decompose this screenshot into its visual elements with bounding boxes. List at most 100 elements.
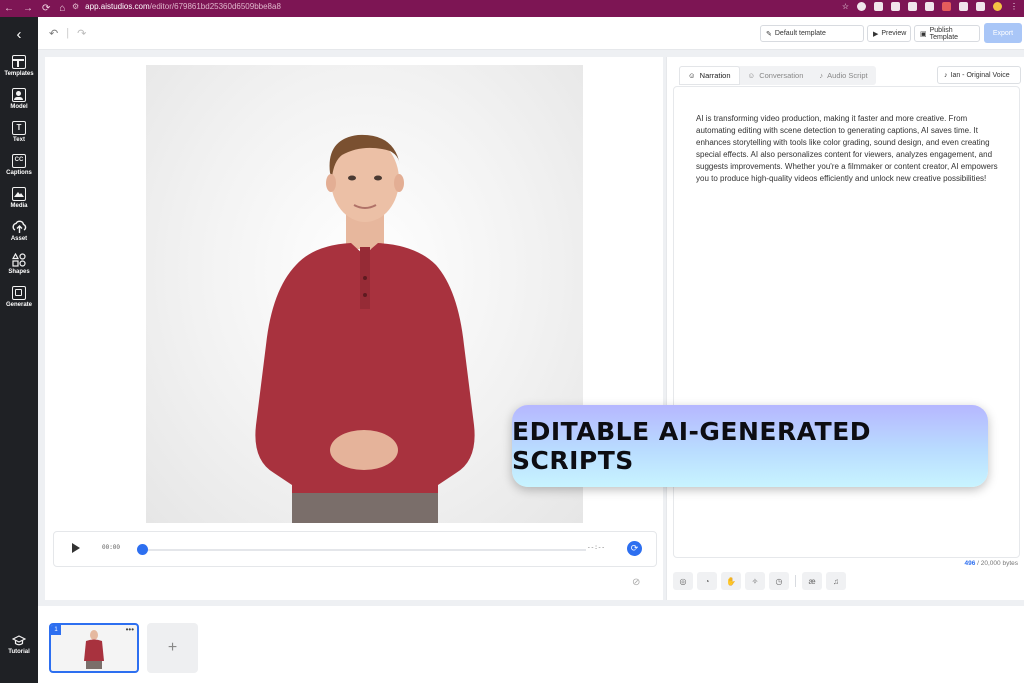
extension-icon[interactable] [925, 1, 934, 11]
sidebar-item-label: Captions [6, 170, 32, 176]
publish-template-button[interactable]: ▣ Publish Template [914, 25, 980, 42]
extension-icon[interactable] [959, 1, 968, 11]
sidebar-item-generate[interactable]: Generate [0, 286, 38, 318]
tab-label: Audio Script [827, 71, 868, 80]
export-button[interactable]: Export [984, 23, 1022, 43]
sidebar-item-media[interactable]: Media [0, 187, 38, 219]
shapes-icon [12, 253, 26, 267]
sidebar-item-asset[interactable]: Asset [0, 220, 38, 252]
generate-icon [12, 286, 26, 300]
tab-narration[interactable]: ☺ Narration [679, 66, 740, 85]
timeline-track[interactable] [146, 549, 586, 551]
media-icon [12, 187, 26, 201]
browser-back-icon[interactable]: ← [4, 3, 14, 14]
publish-icon: ▣ [920, 30, 927, 38]
captions-icon: CC [12, 154, 26, 168]
play-icon: ▶ [873, 30, 879, 38]
pencil-icon: ✎ [766, 30, 772, 38]
back-arrow-icon[interactable]: ‹ [8, 25, 30, 45]
bookmark-star-icon[interactable]: ☆ [842, 2, 849, 11]
sidebar-item-text[interactable]: T Text [0, 121, 38, 153]
url-path: /editor/679861bd25360d6509bbe8a8 [149, 1, 281, 11]
script-text[interactable]: AI is transforming video production, mak… [696, 113, 1006, 185]
microphone-icon: ♪ [944, 71, 948, 79]
redo-icon[interactable]: ↷ [77, 27, 86, 40]
sidebar-item-tutorial[interactable]: Tutorial [0, 635, 38, 655]
ai-assist-icon[interactable]: ◎ [673, 572, 693, 590]
text-icon: T [12, 121, 26, 135]
more-options-icon[interactable]: ••• [126, 625, 134, 634]
gesture-icon[interactable]: ✋ [721, 572, 741, 590]
bytes-used: 496 [964, 560, 976, 567]
upload-icon [12, 220, 26, 233]
site-info-icon[interactable]: ⚙ [72, 2, 79, 11]
bytes-limit: / 20,000 bytes [977, 560, 1018, 567]
template-name-label: Default template [774, 30, 826, 37]
banner-text: EDITABLE AI-GENERATED SCRIPTS [512, 417, 872, 475]
extension-icon[interactable] [891, 1, 900, 11]
extension-icon[interactable] [908, 1, 917, 11]
microphone-icon: ♪ [819, 71, 824, 80]
browser-home-icon[interactable]: ⌂ [59, 3, 65, 14]
profile-avatar-icon[interactable] [993, 1, 1002, 11]
pause-timer-icon[interactable]: ◷ [769, 572, 789, 590]
scene-thumbnail[interactable]: 1 ••• [49, 623, 139, 673]
extension-icon[interactable] [976, 1, 985, 11]
add-scene-button[interactable]: + [147, 623, 198, 673]
graduation-cap-icon [12, 635, 26, 646]
timeline-scrubber[interactable] [137, 544, 148, 555]
current-time: 00:00 [102, 544, 121, 551]
volume-icon[interactable]: ♫ [826, 572, 846, 590]
left-sidebar: ‹ Templates Model T Text CC Captions Med… [0, 17, 38, 683]
script-tabs: ☺ Narration ☺ Conversation ♪ Audio Scrip… [679, 66, 876, 85]
canvas-panel: 00:00 --:-- ⟳ ⊘ [45, 57, 663, 600]
sidebar-item-captions[interactable]: CC Captions [0, 154, 38, 186]
browser-forward-icon[interactable]: → [23, 3, 33, 14]
speed-icon[interactable]: ◔ [697, 572, 717, 590]
address-bar[interactable]: ⚙ app.aistudios.com/editor/679861bd25360… [72, 0, 832, 12]
url-host: app.aistudios.com [85, 1, 150, 11]
play-button[interactable] [72, 543, 80, 553]
url-text: app.aistudios.com/editor/679861bd25360d6… [85, 2, 281, 11]
browser-menu-icon[interactable]: ⋮ [1010, 2, 1018, 11]
sidebar-item-label: Generate [5, 302, 32, 308]
feature-banner: EDITABLE AI-GENERATED SCRIPTS [512, 405, 988, 487]
extension-icon[interactable] [874, 1, 883, 11]
export-label: Export [992, 29, 1014, 37]
sidebar-item-shapes[interactable]: Shapes [0, 253, 38, 285]
undo-icon[interactable]: ↶ [49, 27, 58, 40]
sidebar-item-model[interactable]: Model [0, 88, 38, 120]
tab-conversation[interactable]: ☺ Conversation [740, 66, 812, 85]
preview-button[interactable]: ▶ Preview [867, 25, 911, 42]
tab-label: Narration [699, 71, 731, 80]
sidebar-item-templates[interactable]: Templates [0, 55, 38, 87]
pronunciation-icon[interactable]: æ [802, 572, 822, 590]
sidebar-item-label: Media [10, 203, 28, 209]
sparkle-icon[interactable]: ✧ [745, 572, 765, 590]
tools-divider [795, 575, 796, 587]
toolbar-divider: | [66, 27, 70, 39]
sidebar-item-label: Model [10, 104, 28, 110]
publish-label: Publish Template [929, 26, 959, 41]
plus-icon: + [167, 639, 178, 656]
editor-toolbar: ↶ | ↷ ✎ Default template ▶ Preview ▣ Pub… [38, 17, 1024, 50]
sidebar-item-label: Templates [4, 71, 34, 77]
preview-label: Preview [881, 30, 907, 37]
voice-select-button[interactable]: ♪ Ian - Original Voice [937, 66, 1021, 84]
scene-strip: 1 ••• + [38, 606, 1024, 683]
captions-off-icon[interactable]: ⊘ [632, 577, 640, 588]
browser-bar: ← → ⟳ ⌂ ⚙ app.aistudios.com/editor/67986… [0, 0, 1024, 17]
sidebar-item-label: Tutorial [8, 649, 30, 655]
script-editor[interactable]: AI is transforming video production, mak… [673, 86, 1020, 558]
browser-reload-icon[interactable]: ⟳ [42, 3, 50, 14]
extension-icon[interactable] [857, 1, 866, 11]
total-time: --:-- [587, 544, 606, 551]
sidebar-item-label: Asset [10, 236, 28, 242]
tab-audio-script[interactable]: ♪ Audio Script [811, 66, 875, 85]
refresh-icon[interactable]: ⟳ [627, 541, 642, 556]
scene-number: 1 [51, 625, 61, 635]
extension-icon[interactable] [942, 1, 951, 11]
template-name-input[interactable]: ✎ Default template [760, 25, 864, 42]
byte-counter: 496 / 20,000 bytes [964, 560, 1018, 567]
model-icon [12, 88, 26, 102]
